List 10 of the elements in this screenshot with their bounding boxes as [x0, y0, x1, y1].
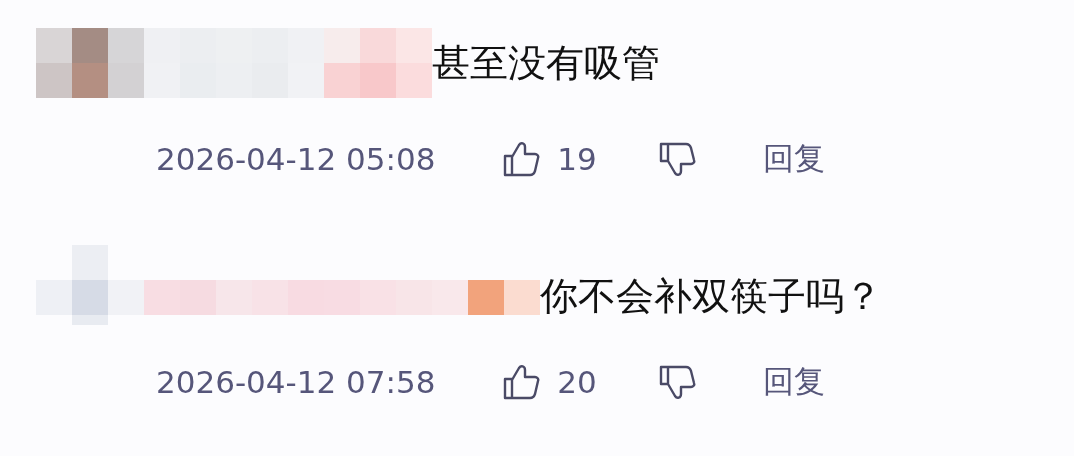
timestamp: 2026-04-12 07:58 [156, 364, 436, 400]
reply-button[interactable]: 回复 [762, 138, 825, 180]
like-button[interactable]: 20 [501, 362, 597, 402]
reply-button[interactable]: 回复 [762, 361, 825, 403]
like-button[interactable]: 19 [501, 139, 597, 179]
comment-text: 甚至没有吸管 [432, 44, 660, 82]
comment-text: 你不会补双筷子吗？ [540, 277, 882, 315]
timestamp: 2026-04-12 05:08 [156, 141, 436, 177]
thumbs-up-icon [501, 362, 542, 402]
thumbs-up-icon [501, 139, 542, 179]
